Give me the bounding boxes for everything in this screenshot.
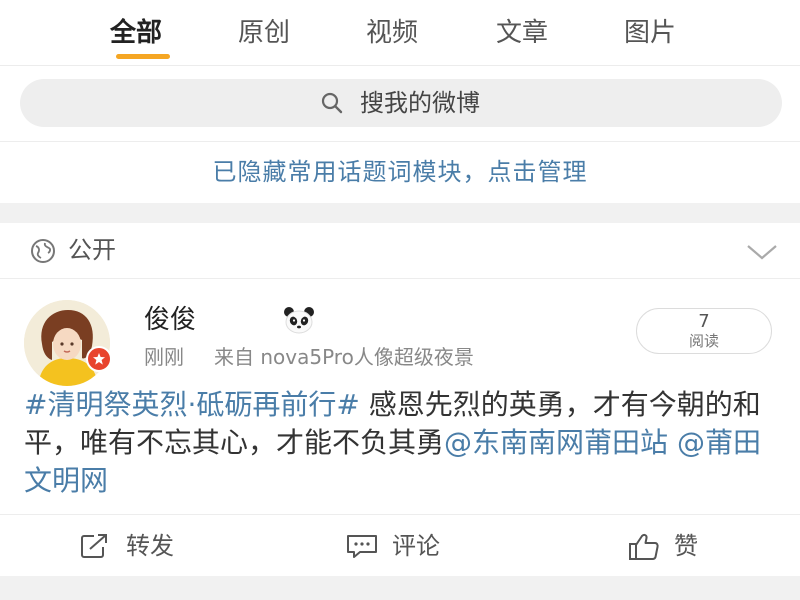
repost-button[interactable]: 转发 (80, 531, 200, 561)
repost-label: 转发 (126, 532, 174, 560)
search-placeholder: 搜我的微博 (360, 89, 480, 117)
read-count-badge: 7 阅读 (636, 308, 772, 354)
bottom-divider (0, 576, 800, 600)
like-button[interactable]: 赞 (628, 531, 728, 561)
hidden-topics-notice[interactable]: 已隐藏常用话题词模块，点击管理 (0, 143, 800, 203)
tab-original[interactable]: 原创 (238, 16, 290, 50)
tab-article[interactable]: 文章 (496, 16, 548, 50)
mention-link-1[interactable]: @东南南网莆田站 (444, 426, 668, 459)
avatar[interactable] (24, 300, 110, 386)
like-icon (629, 533, 659, 560)
globe-icon (31, 239, 55, 263)
read-count-number: 7 (698, 311, 710, 332)
post-source[interactable]: 来自 nova5Pro人像超级夜景 (214, 344, 474, 370)
read-count-label: 阅读 (688, 332, 719, 350)
verified-badge-icon (86, 346, 112, 372)
chevron-down-icon[interactable] (746, 243, 778, 261)
tab-all[interactable]: 全部 (110, 16, 162, 50)
hidden-topics-notice-text: 已隐藏常用话题词模块，点击管理 (212, 158, 588, 186)
visibility-label: 公开 (68, 236, 116, 264)
username[interactable]: 俊俊 (144, 304, 196, 336)
visibility-row[interactable]: 公开 (0, 223, 800, 279)
comment-button[interactable]: 评论 (346, 531, 466, 561)
comment-icon (347, 535, 377, 558)
post-action-bar: 转发 评论 赞 (0, 514, 800, 576)
tab-images[interactable]: 图片 (624, 16, 676, 50)
panda-icon (284, 307, 314, 334)
tab-video[interactable]: 视频 (366, 16, 418, 50)
post-body: #清明祭英烈·砥砺再前行# 感恩先烈的英勇，才有今朝的和平，唯有不忘其心，才能不… (24, 386, 776, 500)
post-timestamp: 刚刚 (144, 345, 184, 369)
repost-icon (81, 534, 107, 558)
section-divider (0, 203, 800, 223)
search-input[interactable]: 搜我的微博 (20, 79, 782, 127)
comment-label: 评论 (392, 532, 440, 560)
search-section: 搜我的微博 (0, 67, 800, 142)
active-tab-indicator (116, 54, 170, 59)
like-label: 赞 (674, 532, 698, 560)
tab-bar: 全部 原创 视频 文章 图片 (0, 0, 800, 66)
weibo-post: 俊俊 刚刚 来自 nova5Pro人像超级夜景 7 阅读 #清明祭英烈·砥砺再前… (0, 280, 800, 510)
search-icon (321, 92, 343, 114)
topic-link[interactable]: #清明祭英烈·砥砺再前行# (24, 388, 360, 421)
